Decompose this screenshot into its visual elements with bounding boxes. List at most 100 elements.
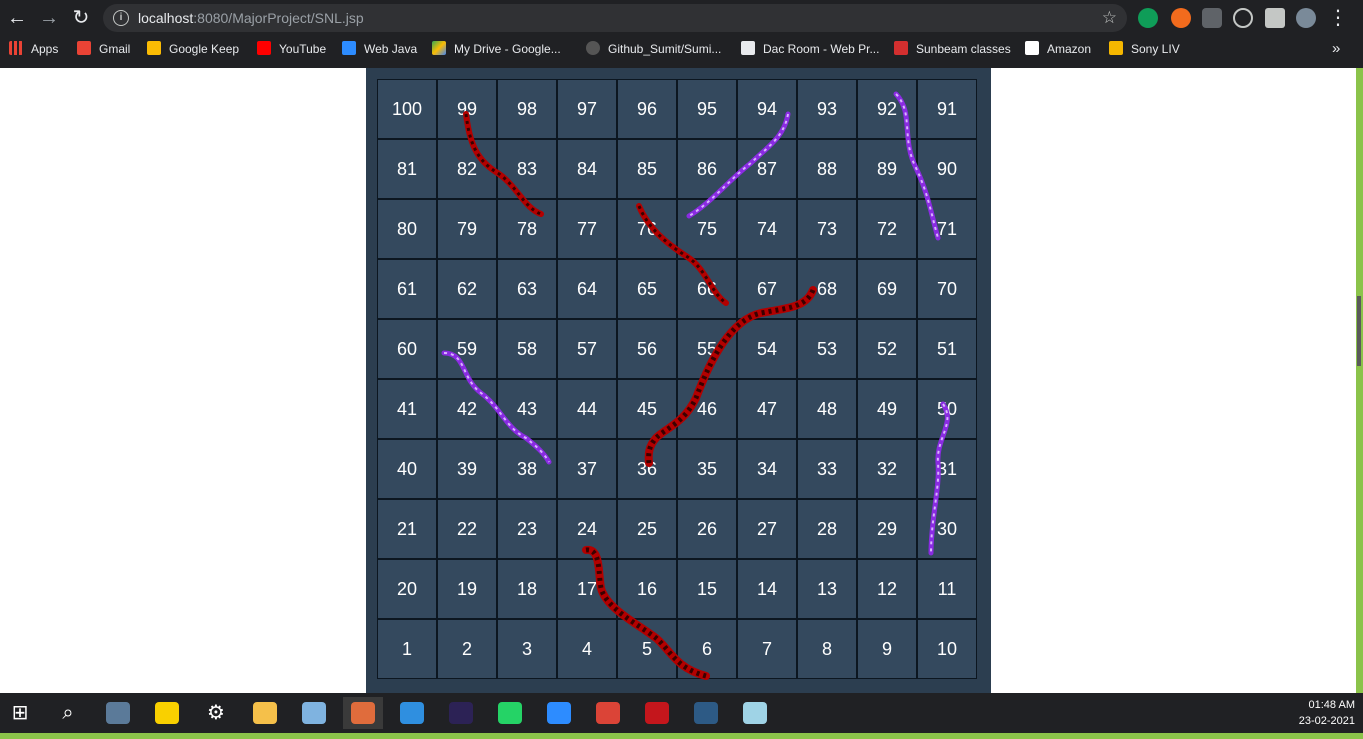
- bookmark-star-icon[interactable]: ☆: [1102, 7, 1117, 29]
- board-cell: 71: [917, 199, 977, 259]
- extension-react-icon[interactable]: [1233, 8, 1253, 28]
- vscode-icon[interactable]: [392, 697, 432, 729]
- eclipse-glyph: [449, 702, 473, 724]
- board-cell: 53: [797, 319, 857, 379]
- back-icon[interactable]: ←: [3, 4, 31, 32]
- board-cell: 20: [377, 559, 437, 619]
- bookmark-dac-room[interactable]: Dac Room - Web Pr...: [741, 36, 879, 62]
- board-cell: 29: [857, 499, 917, 559]
- settings-icon[interactable]: ⚙: [196, 697, 236, 729]
- windows-taskbar: 01:48 AM 23-02-2021 ⊞ ⌕ ⚙: [0, 693, 1363, 733]
- google-keep-icon: [147, 41, 161, 55]
- board-cell: 96: [617, 79, 677, 139]
- acrobat-icon[interactable]: [637, 697, 677, 729]
- board-cell: 63: [497, 259, 557, 319]
- extensions-puzzle-icon[interactable]: [1265, 8, 1285, 28]
- board-cell: 67: [737, 259, 797, 319]
- board-cell: 35: [677, 439, 737, 499]
- board-cell: 38: [497, 439, 557, 499]
- bookmark-my-drive[interactable]: My Drive - Google...: [432, 36, 561, 62]
- bookmark-label: Gmail: [99, 42, 131, 56]
- profile-avatar[interactable]: [1296, 8, 1316, 28]
- board-cell: 78: [497, 199, 557, 259]
- bookmark-github[interactable]: Github_Sumit/Sumi...: [586, 36, 721, 62]
- board-cell: 99: [437, 79, 497, 139]
- board-cell: 41: [377, 379, 437, 439]
- board-cell: 73: [797, 199, 857, 259]
- bookmark-label: Web Java: [364, 42, 418, 56]
- bookmark-youtube[interactable]: YouTube: [257, 36, 326, 62]
- extension-camera-icon[interactable]: [1202, 8, 1222, 28]
- reload-icon[interactable]: ↻: [67, 4, 95, 32]
- system-clock[interactable]: 01:48 AM 23-02-2021: [1299, 697, 1355, 729]
- acrobat-glyph: [645, 702, 669, 724]
- board-cell: 32: [857, 439, 917, 499]
- url-path: :8080/MajorProject/SNL.jsp: [193, 10, 364, 26]
- whatsapp-glyph: [498, 702, 522, 724]
- board-cell: 60: [377, 319, 437, 379]
- board-cell: 6: [677, 619, 737, 679]
- board-cell: 72: [857, 199, 917, 259]
- board-cell: 93: [797, 79, 857, 139]
- youtube-icon: [257, 41, 271, 55]
- eclipse-icon[interactable]: [441, 697, 481, 729]
- google-drive-icon: [432, 41, 446, 55]
- bookmarks-bar: Apps Gmail Google Keep YouTube Web Java …: [0, 36, 1363, 68]
- browser-menu-icon[interactable]: ⋮: [1326, 4, 1350, 32]
- bookmark-sony-liv[interactable]: Sony LIV: [1109, 36, 1180, 62]
- board-cell: 87: [737, 139, 797, 199]
- board-cell: 4: [557, 619, 617, 679]
- search-icon[interactable]: ⌕: [48, 697, 88, 729]
- page-scrollbar[interactable]: [1356, 68, 1363, 693]
- mysql-workbench-icon[interactable]: [686, 697, 726, 729]
- start-icon[interactable]: ⊞: [0, 697, 40, 729]
- whatsapp-icon[interactable]: [490, 697, 530, 729]
- board-cell: 24: [557, 499, 617, 559]
- file-explorer-icon[interactable]: [245, 697, 285, 729]
- site-info-icon[interactable]: i: [113, 10, 129, 26]
- feather-icon: [741, 41, 755, 55]
- board-cell: 69: [857, 259, 917, 319]
- board-cell: 19: [437, 559, 497, 619]
- extension-bolt-icon[interactable]: [1171, 8, 1191, 28]
- bookmark-amazon[interactable]: Amazon: [1025, 36, 1091, 62]
- more-bookmarks-icon[interactable]: »: [1332, 36, 1340, 62]
- board-cell: 7: [737, 619, 797, 679]
- chrome-icon[interactable]: [588, 697, 628, 729]
- bookmark-label: My Drive - Google...: [454, 42, 561, 56]
- camera-app-glyph: [106, 702, 130, 724]
- board-cell: 97: [557, 79, 617, 139]
- board-cell: 40: [377, 439, 437, 499]
- forward-icon[interactable]: →: [35, 4, 63, 32]
- bookmark-web-java[interactable]: Web Java: [342, 36, 417, 62]
- notes-app-icon[interactable]: [735, 697, 775, 729]
- zoom-icon[interactable]: [539, 697, 579, 729]
- bookmark-gmail[interactable]: Gmail: [77, 36, 130, 62]
- bookmark-sunbeam[interactable]: Sunbeam classes: [894, 36, 1011, 62]
- board-cell: 3: [497, 619, 557, 679]
- board-cell: 39: [437, 439, 497, 499]
- board-cell: 28: [797, 499, 857, 559]
- bookmark-apps[interactable]: Apps: [9, 36, 58, 62]
- extension-grammarly-icon[interactable]: [1138, 8, 1158, 28]
- sticky-notes-icon[interactable]: [147, 697, 187, 729]
- clock-date: 23-02-2021: [1298, 715, 1355, 727]
- bookmark-label: Sunbeam classes: [916, 42, 1011, 56]
- camera-app-icon[interactable]: [98, 697, 138, 729]
- box-app-icon[interactable]: [294, 697, 334, 729]
- board-cell: 88: [797, 139, 857, 199]
- bookmark-label: YouTube: [279, 42, 327, 56]
- board-cell: 34: [737, 439, 797, 499]
- bookmark-google-keep[interactable]: Google Keep: [147, 36, 239, 62]
- bookmark-label: Dac Room - Web Pr...: [763, 42, 880, 56]
- board-cell: 30: [917, 499, 977, 559]
- paint-app-icon[interactable]: [343, 697, 383, 729]
- board-cell: 58: [497, 319, 557, 379]
- board-cell: 84: [557, 139, 617, 199]
- address-bar[interactable]: i localhost:8080/MajorProject/SNL.jsp ☆: [103, 4, 1127, 32]
- scrollbar-thumb[interactable]: [1357, 296, 1361, 366]
- board-cell: 83: [497, 139, 557, 199]
- board-cell: 77: [557, 199, 617, 259]
- url-host: localhost: [138, 10, 194, 26]
- apps-grid-icon: [9, 41, 23, 55]
